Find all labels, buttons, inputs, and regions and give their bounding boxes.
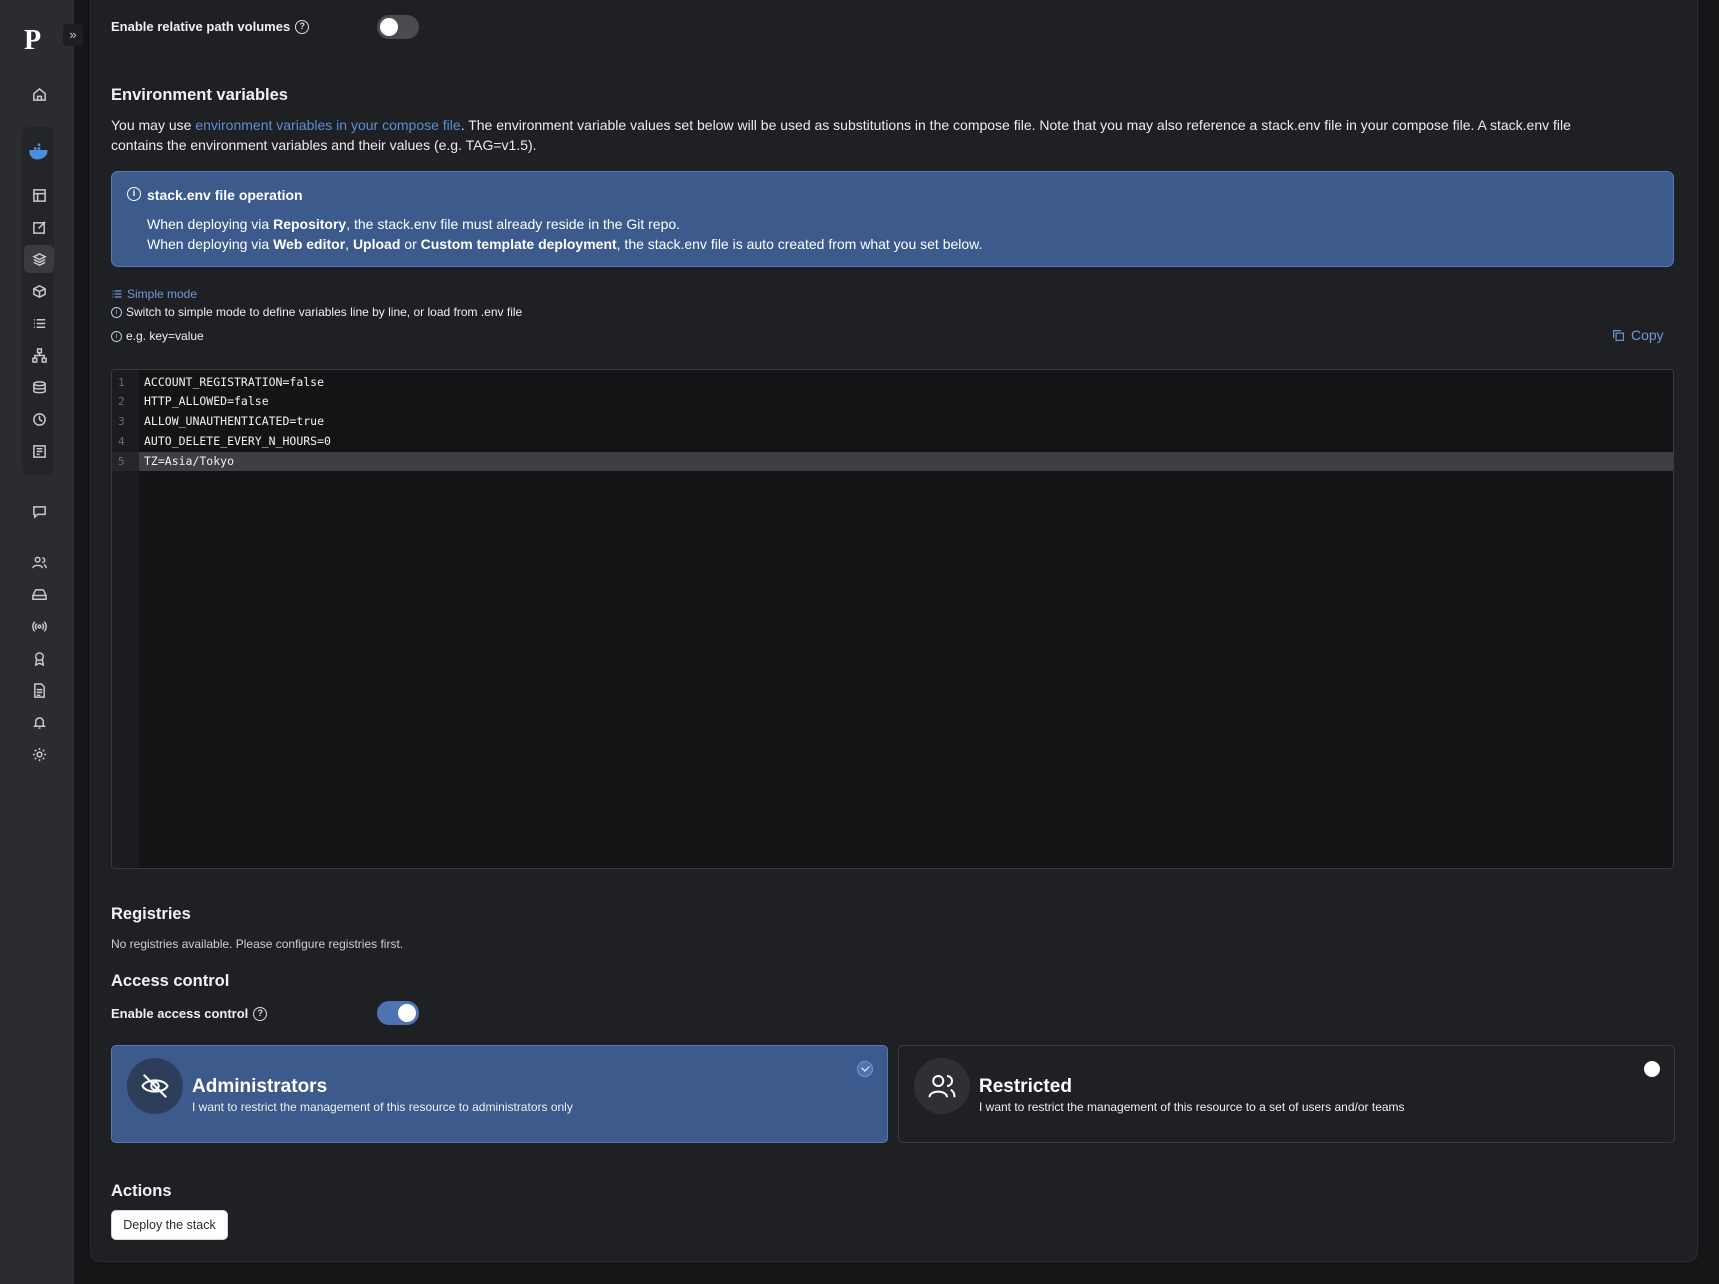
code-line[interactable]: 3 ALLOW_UNAUTHENTICATED=true bbox=[112, 412, 1673, 431]
info-l1-a: When deploying via bbox=[147, 216, 274, 232]
switch-hint: i Switch to simple mode to define variab… bbox=[111, 305, 522, 319]
code-line[interactable]: 4 AUTO_DELETE_EVERY_N_HOURS=0 bbox=[112, 432, 1673, 451]
info-l2-d: Upload bbox=[352, 236, 401, 252]
line-text: TZ=Asia/Tokyo bbox=[144, 454, 235, 468]
info-l2-e: or bbox=[400, 236, 421, 252]
document-icon[interactable] bbox=[28, 679, 50, 701]
line-text: ACCOUNT_REGISTRATION=false bbox=[144, 375, 325, 389]
registries-title: Registries bbox=[111, 905, 191, 923]
administrators-title: Administrators bbox=[192, 1076, 328, 1097]
stacks-icon[interactable] bbox=[24, 245, 54, 273]
info-l1-c: , the stack.env file must already reside… bbox=[346, 216, 681, 232]
restricted-title: Restricted bbox=[979, 1076, 1072, 1097]
simple-mode-link[interactable]: Simple mode bbox=[111, 287, 197, 301]
stack-env-info-box: i stack.env file operation When deployin… bbox=[111, 171, 1674, 267]
help-icon[interactable]: ? bbox=[295, 19, 310, 34]
access-control-label-row: Enable access control ? bbox=[111, 1006, 268, 1021]
network-icon[interactable] bbox=[28, 344, 50, 366]
simple-mode-label: Simple mode bbox=[127, 287, 198, 301]
relative-path-label-row: Enable relative path volumes ? bbox=[111, 19, 310, 34]
portainer-logo: P bbox=[24, 25, 42, 56]
env-code-editor[interactable]: 1 ACCOUNT_REGISTRATION=false 2 HTTP_ALLOWE… bbox=[111, 369, 1674, 869]
registries-note: No registries available. Please configur… bbox=[111, 937, 404, 951]
administrators-desc: I want to restrict the management of thi… bbox=[192, 1100, 573, 1114]
copy-button[interactable]: Copy bbox=[1612, 327, 1664, 343]
volume-icon[interactable] bbox=[28, 376, 50, 398]
info-l2-g: , the stack.env file is auto created fro… bbox=[616, 236, 983, 252]
home-icon[interactable] bbox=[28, 83, 50, 105]
code-line-active[interactable]: 5 TZ=Asia/Tokyo bbox=[112, 452, 1673, 471]
env-section-title: Environment variables bbox=[111, 86, 288, 104]
drive-icon[interactable] bbox=[28, 583, 50, 605]
actions-title: Actions bbox=[111, 1182, 172, 1200]
edit-icon[interactable] bbox=[28, 216, 50, 238]
env-docs-link[interactable]: environment variables in your compose fi… bbox=[195, 117, 460, 133]
env-description: You may use environment variables in you… bbox=[111, 115, 1671, 155]
info-l2-a: When deploying via bbox=[147, 236, 274, 252]
info-icon: i bbox=[111, 306, 122, 318]
docker-icon[interactable] bbox=[28, 140, 50, 162]
bell-icon[interactable] bbox=[28, 711, 50, 733]
relative-path-toggle[interactable] bbox=[377, 15, 419, 39]
sidebar-collapse-button[interactable]: » bbox=[63, 24, 83, 46]
line-text: HTTP_ALLOWED=false bbox=[144, 394, 269, 408]
info-l1-b: Repository bbox=[273, 216, 347, 232]
info-icon: i bbox=[127, 187, 141, 201]
copy-label: Copy bbox=[1631, 327, 1664, 343]
restricted-radio[interactable] bbox=[1644, 1061, 1660, 1077]
copy-icon bbox=[1613, 329, 1624, 341]
deploy-stack-button[interactable]: Deploy the stack bbox=[111, 1210, 228, 1240]
toggle-knob bbox=[398, 1004, 416, 1022]
settings-icon[interactable] bbox=[28, 743, 50, 765]
access-control-toggle[interactable] bbox=[377, 1001, 419, 1025]
info-l2-b: Web editor bbox=[273, 236, 346, 252]
help-icon[interactable]: ? bbox=[253, 1006, 268, 1021]
line-number: 4 bbox=[118, 435, 125, 448]
access-control-label: Enable access control bbox=[111, 1006, 249, 1021]
restricted-option[interactable]: Restricted I want to restrict the manage… bbox=[898, 1045, 1675, 1143]
sidebar: P » bbox=[0, 0, 83, 1284]
info-title: stack.env file operation bbox=[147, 187, 303, 203]
info-line-2: When deploying via Web editor, Upload or… bbox=[147, 236, 982, 252]
example-hint: i e.g. key=value bbox=[111, 329, 204, 343]
signal-icon[interactable] bbox=[28, 615, 50, 637]
relative-path-label: Enable relative path volumes bbox=[111, 19, 291, 34]
administrators-option[interactable]: Administrators I want to restrict the ma… bbox=[111, 1045, 888, 1143]
dashboard-icon[interactable] bbox=[28, 184, 50, 206]
info-l2-c: , bbox=[345, 236, 353, 252]
chat-icon[interactable] bbox=[28, 500, 50, 522]
eye-off-icon bbox=[127, 1058, 183, 1114]
administrators-radio[interactable] bbox=[857, 1061, 873, 1077]
users-icon bbox=[914, 1058, 970, 1114]
line-number: 2 bbox=[118, 395, 125, 408]
line-number: 3 bbox=[118, 415, 125, 428]
users-icon[interactable] bbox=[28, 551, 50, 573]
code-line[interactable]: 1 ACCOUNT_REGISTRATION=false bbox=[112, 373, 1673, 392]
line-number: 1 bbox=[118, 376, 125, 389]
history-icon[interactable] bbox=[28, 408, 50, 430]
restricted-desc: I want to restrict the management of thi… bbox=[979, 1100, 1405, 1114]
container-icon[interactable] bbox=[28, 280, 50, 302]
env-desc-suffix: . The environment variable values set be… bbox=[460, 117, 1571, 133]
badge-icon[interactable] bbox=[28, 647, 50, 669]
line-number: 5 bbox=[118, 455, 125, 468]
line-text: ALLOW_UNAUTHENTICATED=true bbox=[144, 414, 325, 428]
code-line[interactable]: 2 HTTP_ALLOWED=false bbox=[112, 392, 1673, 411]
list-icon[interactable] bbox=[28, 312, 50, 334]
info-l2-f: Custom template deployment bbox=[420, 236, 617, 252]
env-desc-line2: contains the environment variables and t… bbox=[111, 137, 537, 153]
info-line-1: When deploying via Repository, the stack… bbox=[147, 216, 680, 232]
info-icon: i bbox=[111, 330, 122, 342]
line-text: AUTO_DELETE_EVERY_N_HOURS=0 bbox=[144, 434, 331, 448]
list-icon bbox=[112, 290, 122, 298]
switch-hint-text: Switch to simple mode to define variable… bbox=[126, 305, 523, 319]
registry-icon[interactable] bbox=[28, 440, 50, 462]
access-control-title: Access control bbox=[111, 972, 230, 990]
env-desc-prefix: You may use bbox=[111, 117, 196, 133]
toggle-knob bbox=[380, 18, 398, 36]
example-hint-text: e.g. key=value bbox=[126, 329, 204, 343]
active-gutter bbox=[112, 452, 139, 471]
